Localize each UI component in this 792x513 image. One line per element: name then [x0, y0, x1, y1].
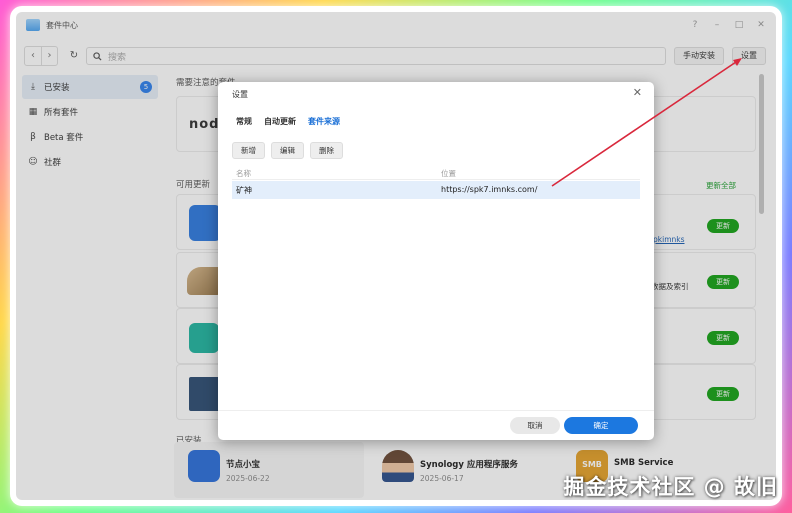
annotation-arrow	[551, 58, 742, 187]
watermark: 掘金技术社区 @ 故旧	[563, 475, 778, 499]
